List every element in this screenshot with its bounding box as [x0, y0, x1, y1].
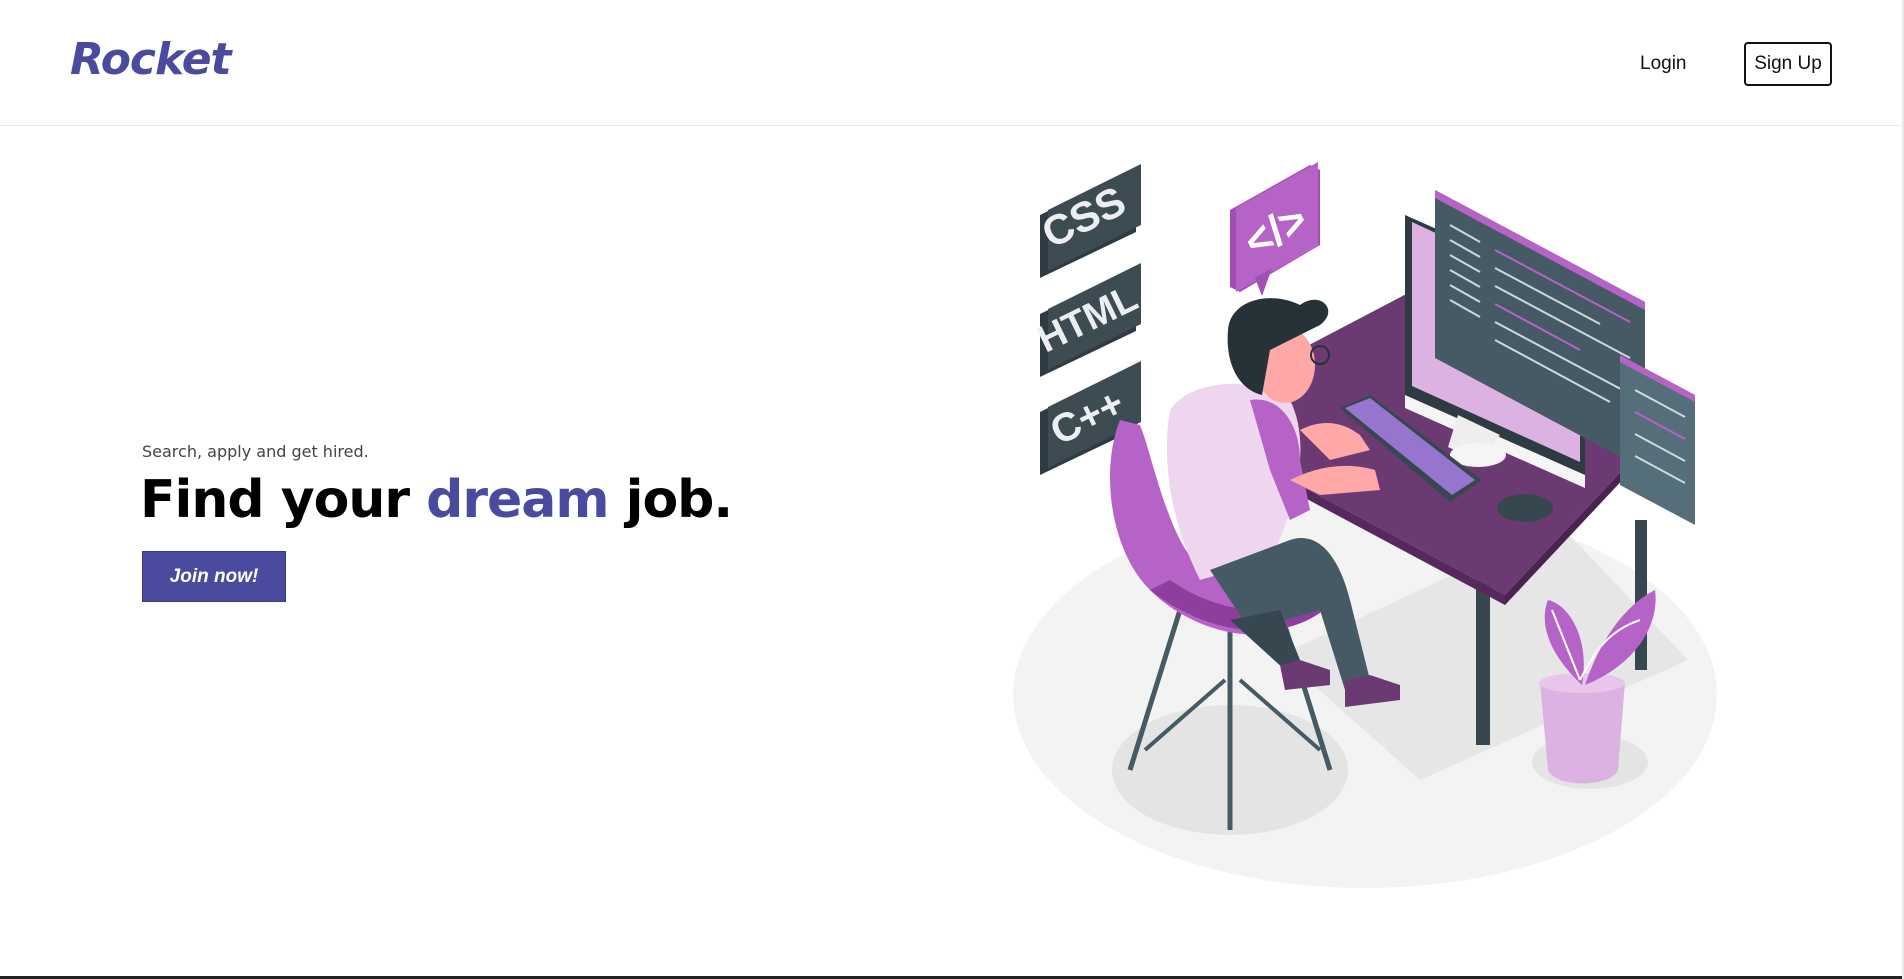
headline-part-2: job. — [608, 470, 734, 530]
css-tile: CSS — [1035, 164, 1141, 278]
side-window — [1620, 355, 1695, 525]
brand-logo[interactable]: Rocket — [70, 34, 232, 85]
html-tile: HTML — [1031, 263, 1144, 377]
headline-part-1: Find your — [140, 470, 427, 530]
headline-accent-word: dream — [426, 470, 609, 530]
top-navbar: Rocket Login Sign Up — [0, 0, 1904, 126]
hero-tagline: Search, apply and get hired. — [142, 442, 369, 461]
developer-illustration: CSS HTML C++ </> — [1013, 162, 1717, 888]
page: Rocket Login Sign Up Search, apply and g… — [0, 0, 1904, 979]
hero-headline: Find your dream job. — [140, 470, 734, 530]
code-badge-icon: </> — [1230, 162, 1320, 296]
login-link[interactable]: Login — [1640, 53, 1687, 75]
signup-button[interactable]: Sign Up — [1744, 42, 1832, 86]
mouse — [1497, 494, 1553, 522]
join-now-button[interactable]: Join now! — [142, 551, 286, 602]
